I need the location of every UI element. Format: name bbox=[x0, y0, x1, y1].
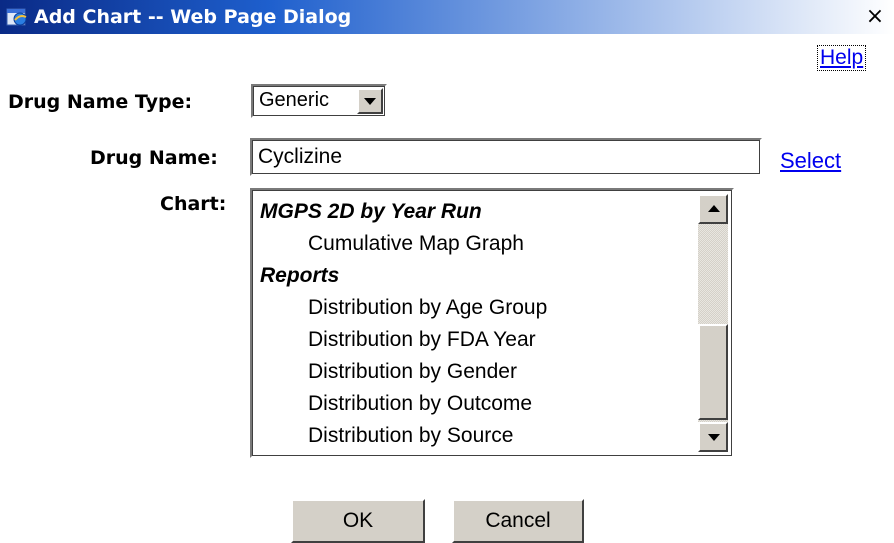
dropdown-button[interactable] bbox=[357, 88, 383, 114]
list-item[interactable]: Distribution by Age Group bbox=[260, 292, 690, 324]
scroll-down-button[interactable] bbox=[698, 422, 728, 452]
scroll-down-arrow-icon bbox=[708, 434, 720, 441]
list-item[interactable]: Distribution by Outcome bbox=[260, 388, 690, 420]
list-item[interactable]: Distribution by Gender bbox=[260, 356, 690, 388]
ok-button[interactable]: OK bbox=[291, 499, 425, 543]
title-bar: Add Chart -- Web Page Dialog × bbox=[0, 0, 894, 34]
help-link[interactable]: Help bbox=[816, 45, 867, 71]
chart-listbox[interactable]: MGPS 2D by Year Run Cumulative Map Graph… bbox=[250, 188, 734, 458]
chart-label: Chart: bbox=[160, 193, 227, 215]
list-item[interactable]: Cumulative Map Graph bbox=[260, 228, 690, 260]
scroll-up-button[interactable] bbox=[698, 194, 728, 224]
list-item[interactable]: Distribution by Source bbox=[260, 420, 690, 452]
drug-name-type-value: Generic bbox=[259, 89, 330, 111]
drug-name-type-select[interactable]: Generic bbox=[251, 84, 387, 118]
window-title: Add Chart -- Web Page Dialog bbox=[34, 6, 352, 28]
drug-name-label: Drug Name: bbox=[90, 147, 218, 169]
scroll-up-arrow-icon bbox=[708, 205, 720, 212]
chart-list-items: MGPS 2D by Year Run Cumulative Map Graph… bbox=[260, 196, 690, 452]
close-icon[interactable]: × bbox=[864, 4, 886, 30]
listbox-scrollbar[interactable] bbox=[698, 194, 728, 452]
ie-dialog-icon bbox=[6, 8, 27, 26]
drug-name-type-label: Drug Name Type: bbox=[8, 91, 193, 113]
list-item[interactable]: Distribution by FDA Year bbox=[260, 324, 690, 356]
list-item-group[interactable]: MGPS 2D by Year Run bbox=[260, 196, 690, 228]
chevron-down-icon bbox=[364, 98, 376, 105]
cancel-button[interactable]: Cancel bbox=[452, 499, 584, 543]
select-drug-link[interactable]: Select bbox=[780, 148, 841, 174]
scroll-thumb[interactable] bbox=[698, 324, 728, 420]
drug-name-input[interactable] bbox=[250, 138, 762, 176]
list-item-group[interactable]: Reports bbox=[260, 260, 690, 292]
